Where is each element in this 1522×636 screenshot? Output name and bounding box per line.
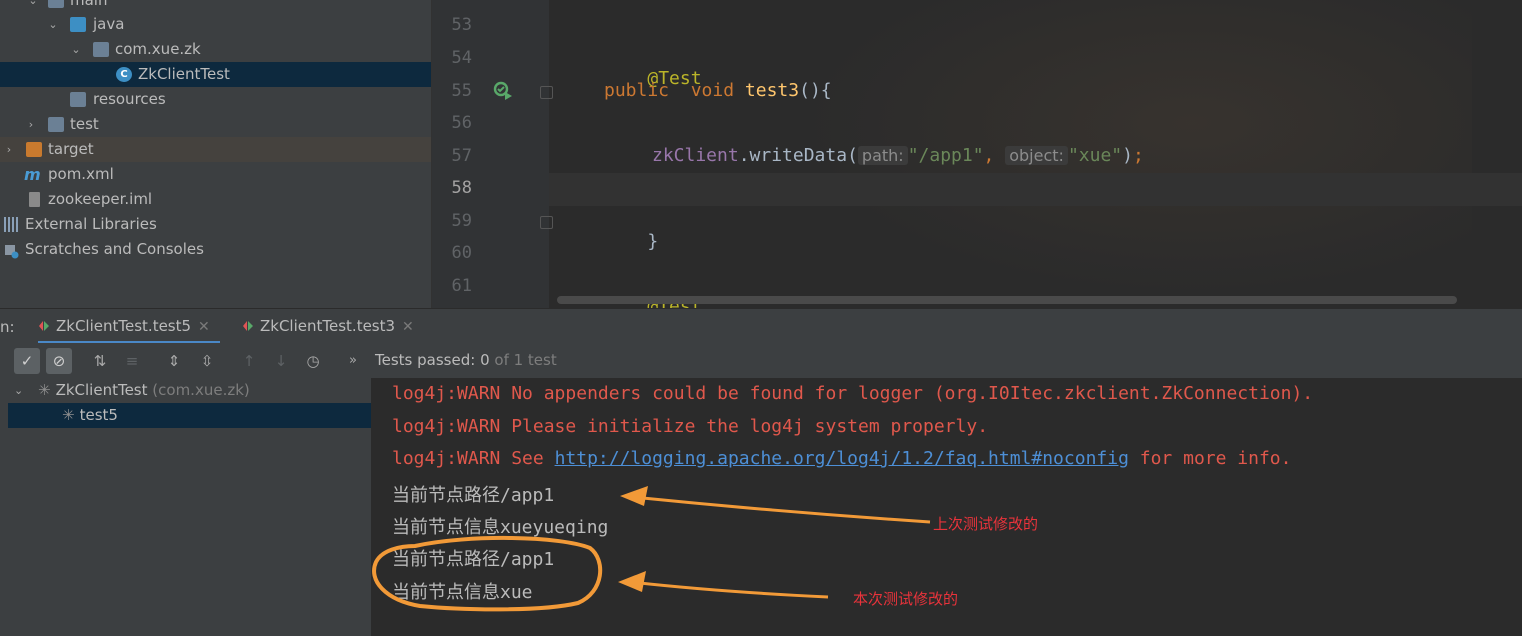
arrow-previous-annotation <box>620 486 931 524</box>
annotation-note-previous: 上次测试修改的 <box>933 515 1039 533</box>
annotation-note-current: 本次测试修改的 <box>853 590 959 608</box>
hand-drawn-circle <box>372 535 603 612</box>
annotation-overlay <box>372 486 931 612</box>
arrow-current-annotation <box>618 571 829 599</box>
